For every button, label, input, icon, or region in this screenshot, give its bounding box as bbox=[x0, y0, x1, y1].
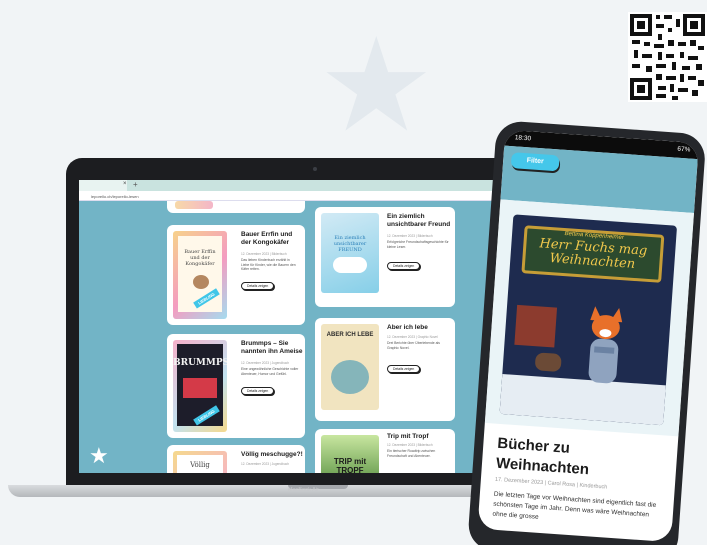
article-description: Die letzten Tage vor Weihnachten sind ei… bbox=[492, 490, 657, 521]
cover-title: BRUMMPS bbox=[173, 358, 227, 368]
book-cover[interactable]: Bettina Koppenheimer Herr Fuchs mag Weih… bbox=[499, 214, 678, 426]
book-card[interactable]: TRIP mit TROPF Trip mit Tropf 12. Dezemb… bbox=[315, 429, 455, 473]
new-tab-icon[interactable]: + bbox=[133, 180, 138, 189]
book-cover: TRIP mit TROPF bbox=[321, 435, 379, 473]
book-title[interactable]: Ein ziemlich unsichtbarer Freund bbox=[387, 213, 453, 229]
book-card-partial bbox=[167, 201, 305, 213]
cover-title: Völlig bbox=[190, 461, 210, 469]
book-cover: Völlig bbox=[173, 451, 227, 473]
book-description: Ein tierischer Roadtrip zwischen Freunds… bbox=[387, 449, 436, 458]
book-meta: 12. Dezember 2023 | Bilderbuch bbox=[241, 252, 287, 256]
fox-illustration bbox=[588, 306, 623, 384]
deer-illustration bbox=[534, 352, 562, 373]
book-card[interactable]: Ein ziemlich unsichtbarer FREUND Ein zie… bbox=[315, 207, 455, 307]
status-time: 18:30 bbox=[514, 134, 532, 143]
book-title[interactable]: Völlig meschugge?! bbox=[241, 451, 303, 459]
book-meta: 12. Dezember 2023 | Jugendbuch bbox=[241, 361, 289, 365]
cover-sign: Bettina Koppenheimer Herr Fuchs mag Weih… bbox=[521, 225, 665, 283]
cover-title: ABER ICH LEBE bbox=[326, 332, 374, 338]
house-illustration bbox=[514, 304, 558, 348]
details-button[interactable]: Details zeigen bbox=[241, 282, 275, 290]
address-bar[interactable]: leporello.ch/leporello-lesen bbox=[79, 191, 535, 201]
cover-title: Ein ziemlich unsichtbarer FREUND bbox=[333, 235, 367, 253]
phone-screen: 18:30 67% Filter Bettina Koppenheimer He… bbox=[477, 129, 699, 543]
battery-level: 67% bbox=[677, 145, 691, 154]
book-cover: BRUMMPS LIEBLING bbox=[173, 340, 227, 432]
book-description: Erfolgreiche Freundschaftsgeschichte für… bbox=[387, 240, 449, 249]
phone: 18:30 67% Filter Bettina Koppenheimer He… bbox=[467, 120, 707, 545]
laptop-model-label: MacBook Air bbox=[288, 487, 319, 493]
book-meta: 12. Dezember 2023 | Jugendbuch bbox=[241, 462, 289, 466]
cover-title: Bauer Erffin und der Kongokäfer bbox=[184, 249, 216, 267]
book-title[interactable]: Bauer Errfin und der Kongokäfer bbox=[241, 231, 303, 247]
browser-tab-bar: × + bbox=[79, 180, 535, 191]
cover-title: TRIP mit TROPF bbox=[333, 457, 367, 473]
book-meta: 12. Dezember 2023 | Bilderbuch bbox=[387, 443, 433, 447]
qr-code bbox=[628, 12, 707, 102]
book-cover: Bauer Erffin und der Kongokäfer LIEBLING bbox=[173, 231, 227, 319]
laptop-screen: × + leporello.ch/leporello-lesen Bauer E… bbox=[79, 180, 535, 473]
book-description: Drei Berichte über Überlebende als Graph… bbox=[387, 341, 440, 350]
tab-close-icon[interactable]: × bbox=[123, 181, 127, 187]
laptop-camera bbox=[313, 167, 317, 171]
details-button[interactable]: Details zeigen bbox=[387, 262, 421, 270]
book-title[interactable]: Aber ich lebe bbox=[387, 324, 453, 332]
star-icon: ★ bbox=[89, 443, 109, 468]
book-card[interactable]: ABER ICH LEBE Aber ich lebe 12. Dezember… bbox=[315, 318, 455, 421]
background-star-icon: ★ bbox=[318, 12, 435, 158]
book-meta: 12. Dezember 2023 | Bilderbuch bbox=[387, 234, 433, 238]
browser-tab[interactable] bbox=[79, 180, 127, 191]
book-cover: ABER ICH LEBE bbox=[321, 324, 379, 410]
book-title[interactable]: Trip mit Tropf bbox=[387, 433, 453, 441]
book-description: Eine ungewöhnliche Geschichte voller Abe… bbox=[241, 367, 299, 376]
filter-button[interactable]: Filter bbox=[510, 152, 560, 172]
book-card[interactable]: BRUMMPS LIEBLING Brummps – Sie nannten i… bbox=[167, 334, 305, 438]
details-button[interactable]: Details zeigen bbox=[241, 387, 275, 395]
book-description: Das lieben Kinderbuch erzählt in Liebe f… bbox=[241, 258, 296, 272]
book-title[interactable]: Brummps – Sie nannten ihn Ameise bbox=[241, 340, 303, 356]
book-meta: 12. Dezember 2023 | Graphic Novel bbox=[387, 335, 438, 339]
book-card[interactable]: Völlig Völlig meschugge?! 12. Dezember 2… bbox=[167, 445, 305, 473]
details-button[interactable]: Details zeigen bbox=[387, 365, 421, 373]
book-cover: Ein ziemlich unsichtbarer FREUND bbox=[321, 213, 379, 293]
book-card[interactable]: Bauer Erffin und der Kongokäfer LIEBLING… bbox=[167, 225, 305, 325]
article-heading[interactable]: Bücher zu Weihnachten bbox=[495, 434, 607, 481]
